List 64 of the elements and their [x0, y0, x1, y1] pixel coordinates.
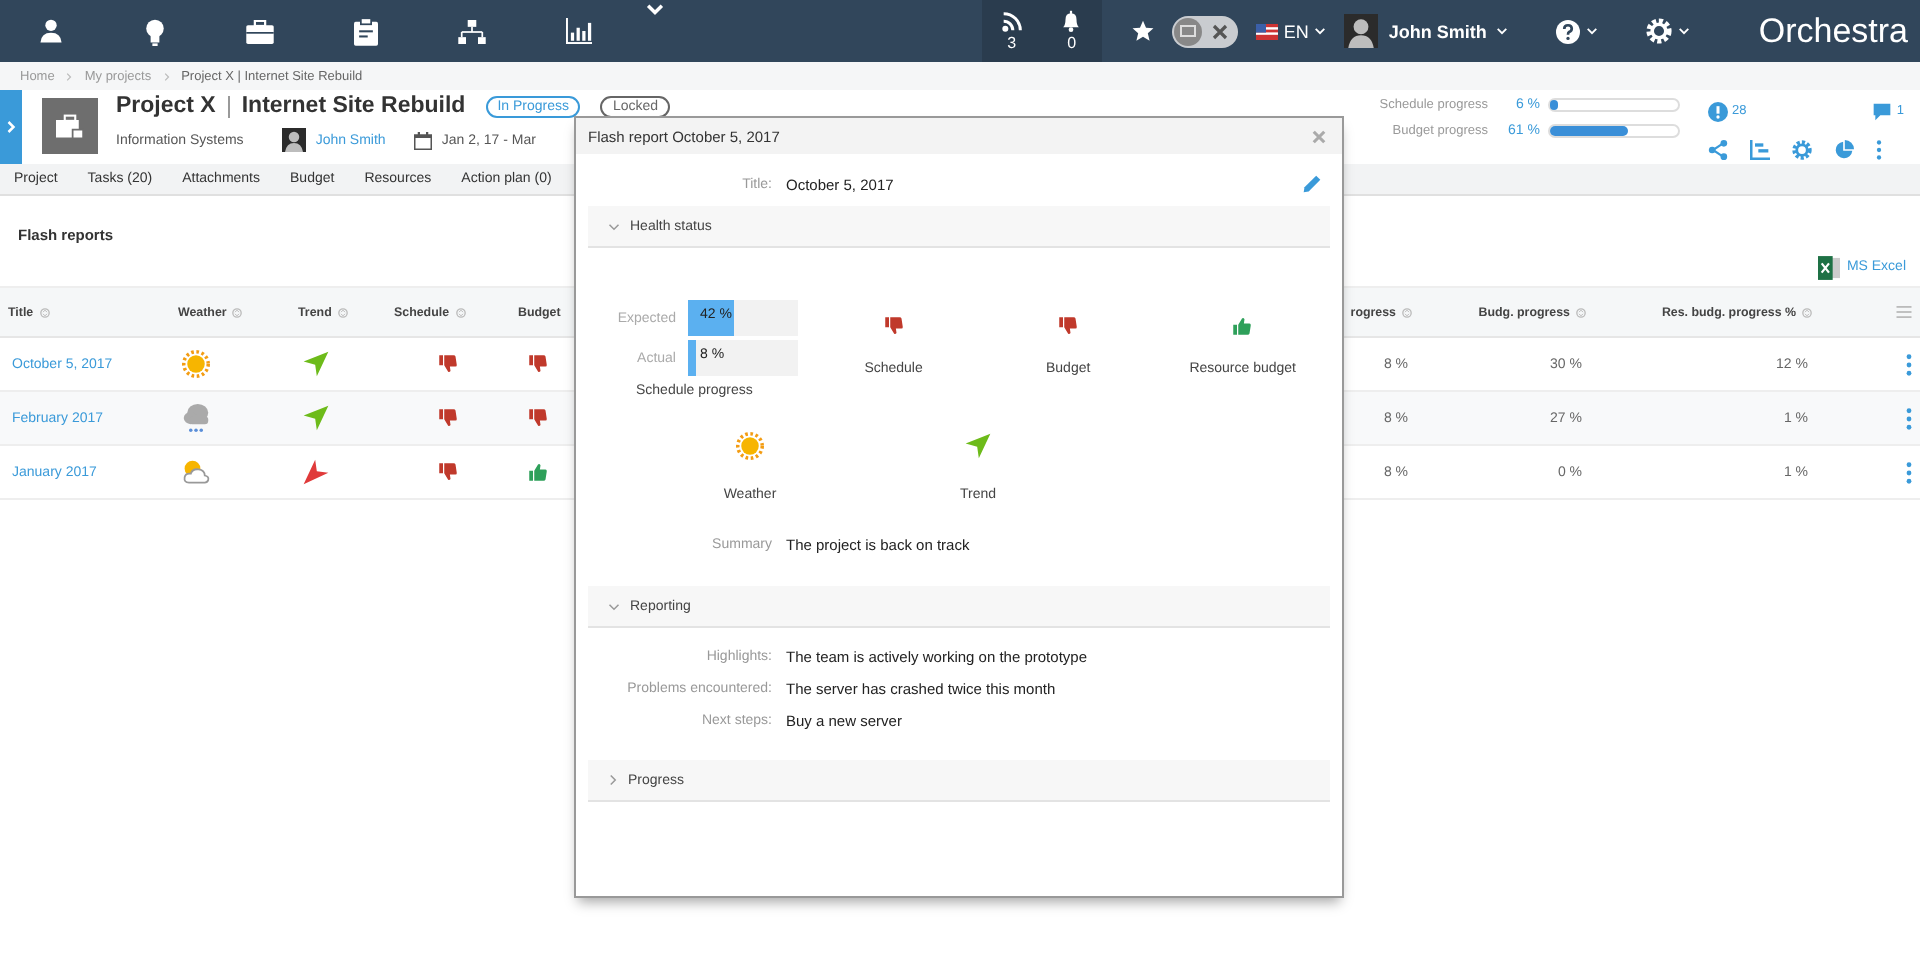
briefcase-icon[interactable] — [246, 19, 274, 43]
lightbulb-icon[interactable] — [144, 17, 166, 45]
alert-icon[interactable] — [1708, 101, 1728, 122]
close-button[interactable] — [1312, 129, 1326, 143]
chevron-right-icon[interactable] — [608, 774, 618, 786]
sun-icon — [736, 432, 764, 460]
project-title: Internet Site Rebuild — [241, 94, 466, 118]
pencil-icon[interactable] — [1302, 174, 1322, 194]
user-menu[interactable]: John Smith — [1344, 14, 1509, 48]
more-icon[interactable] — [1906, 461, 1912, 483]
share-icon[interactable] — [1708, 140, 1728, 161]
caret-icon — [1586, 26, 1599, 36]
thumbs-down-icon — [1058, 316, 1079, 336]
flag-icon — [1255, 23, 1278, 39]
help-menu[interactable] — [1556, 19, 1599, 43]
sort-icon[interactable] — [337, 305, 348, 319]
settings-menu[interactable] — [1646, 18, 1691, 44]
settings-icon — [1646, 18, 1673, 44]
chevron-right-icon — [6, 120, 16, 134]
brand-logo: Orchestra — [1758, 11, 1908, 51]
project-name: Project X — [116, 94, 216, 118]
bell-icon — [1060, 10, 1083, 32]
help-icon — [1556, 19, 1581, 43]
pie-chart-icon[interactable] — [1834, 140, 1854, 161]
caret-icon — [1496, 26, 1509, 36]
sidebar-toggle[interactable] — [0, 90, 22, 164]
feed-count: 3 — [1007, 33, 1017, 51]
title-divider — [227, 95, 230, 117]
spreadsheet-icon[interactable] — [1818, 255, 1841, 279]
settings-icon[interactable] — [1792, 140, 1812, 161]
sort-icon[interactable] — [1802, 305, 1812, 319]
person-icon[interactable] — [38, 18, 64, 44]
language-menu[interactable]: EN — [1255, 21, 1327, 41]
close-icon — [1312, 129, 1326, 143]
more-icon[interactable] — [1906, 353, 1912, 375]
calendar-icon — [413, 131, 432, 149]
caret-icon — [1678, 26, 1691, 36]
chevron-right-icon — [163, 71, 170, 81]
avatar — [281, 128, 306, 152]
avatar — [1344, 14, 1379, 48]
sort-icon[interactable] — [1402, 305, 1412, 319]
more-icon[interactable] — [1876, 140, 1882, 161]
hierarchy-icon[interactable] — [458, 19, 486, 43]
gantt-icon[interactable] — [1750, 140, 1770, 161]
chevron-right-icon — [66, 71, 73, 81]
more-icon[interactable] — [1906, 407, 1912, 429]
rss-icon — [1001, 11, 1022, 31]
columns-menu-icon[interactable] — [1896, 306, 1912, 318]
sort-icon[interactable] — [1576, 305, 1586, 319]
thumbs-up-icon — [1232, 316, 1253, 336]
comment-icon[interactable] — [1872, 101, 1893, 122]
notifications-button[interactable]: 0 — [1041, 0, 1102, 62]
caret-icon — [1314, 26, 1327, 36]
sort-icon[interactable] — [232, 305, 243, 319]
notifications-count: 0 — [1067, 34, 1077, 52]
clipboard-icon[interactable] — [354, 17, 378, 45]
feed-button[interactable]: 3 — [981, 0, 1042, 62]
star-icon[interactable] — [1131, 20, 1154, 42]
arrow-up-right-icon — [964, 432, 992, 460]
bar-chart-icon[interactable] — [566, 18, 592, 44]
sort-icon[interactable] — [39, 305, 50, 319]
sort-icon[interactable] — [455, 305, 466, 319]
briefcase-lock-icon — [56, 113, 84, 139]
thumbs-down-icon — [883, 316, 904, 336]
